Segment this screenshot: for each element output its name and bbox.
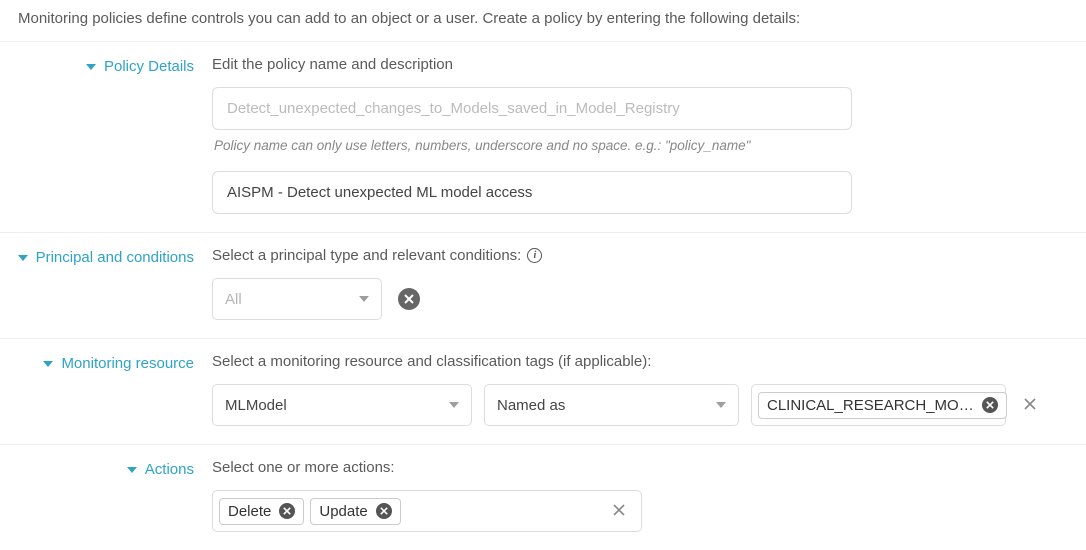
action-chip: Update bbox=[310, 498, 400, 525]
resource-type-select[interactable]: MLModel bbox=[212, 384, 472, 426]
policy-name-input[interactable] bbox=[212, 87, 852, 130]
close-icon bbox=[380, 507, 388, 515]
resource-hint: Select a monitoring resource and classif… bbox=[212, 353, 1066, 370]
section-policy-details: Policy Details Edit the policy name and … bbox=[0, 42, 1086, 233]
section-header-resource[interactable]: Monitoring resource bbox=[0, 353, 212, 372]
close-icon bbox=[283, 507, 291, 515]
resource-tag-label: CLINICAL_RESEARCH_MO… bbox=[767, 397, 974, 414]
intro-text: Monitoring policies define controls you … bbox=[0, 0, 1086, 42]
caret-down-icon bbox=[86, 64, 96, 70]
caret-down-icon bbox=[43, 361, 53, 367]
principal-hint-text: Select a principal type and relevant con… bbox=[212, 247, 521, 264]
caret-down-icon bbox=[127, 467, 137, 473]
section-title: Principal and conditions bbox=[36, 249, 194, 266]
section-principal: Principal and conditions Select a princi… bbox=[0, 233, 1086, 339]
close-icon bbox=[986, 401, 994, 409]
actions-hint: Select one or more actions: bbox=[212, 459, 1066, 476]
info-icon[interactable]: i bbox=[527, 248, 542, 263]
policy-name-help: Policy name can only use letters, number… bbox=[214, 138, 1064, 153]
chevron-down-icon bbox=[359, 296, 369, 302]
resource-type-value: MLModel bbox=[225, 397, 287, 414]
principal-type-select[interactable]: All bbox=[212, 278, 382, 320]
section-title: Actions bbox=[145, 461, 194, 478]
clear-actions-button[interactable] bbox=[607, 503, 631, 519]
resource-name-op-select[interactable]: Named as bbox=[484, 384, 739, 426]
section-header-policy-details[interactable]: Policy Details bbox=[0, 56, 212, 75]
close-icon bbox=[613, 504, 625, 516]
section-header-principal[interactable]: Principal and conditions bbox=[0, 247, 212, 266]
remove-condition-button[interactable] bbox=[398, 288, 420, 310]
close-icon bbox=[404, 294, 414, 304]
section-title: Monitoring resource bbox=[61, 355, 194, 372]
principal-select-value: All bbox=[225, 291, 242, 308]
action-chip-label: Delete bbox=[228, 503, 271, 520]
resource-name-op-value: Named as bbox=[497, 397, 565, 414]
resource-name-value-box[interactable]: CLINICAL_RESEARCH_MO… bbox=[751, 384, 1006, 426]
details-hint: Edit the policy name and description bbox=[212, 56, 1066, 73]
principal-hint: Select a principal type and relevant con… bbox=[212, 247, 1066, 264]
remove-action-button[interactable] bbox=[279, 503, 295, 519]
caret-down-icon bbox=[18, 255, 28, 261]
chevron-down-icon bbox=[449, 402, 459, 408]
section-header-actions[interactable]: Actions bbox=[0, 459, 212, 478]
remove-action-button[interactable] bbox=[376, 503, 392, 519]
clear-resource-button[interactable] bbox=[1018, 397, 1042, 413]
remove-tag-button[interactable] bbox=[982, 397, 998, 413]
section-resource: Monitoring resource Select a monitoring … bbox=[0, 339, 1086, 445]
section-title: Policy Details bbox=[104, 58, 194, 75]
chevron-down-icon bbox=[716, 402, 726, 408]
policy-description-input[interactable] bbox=[212, 171, 852, 214]
resource-tag-chip: CLINICAL_RESEARCH_MO… bbox=[758, 392, 1007, 419]
action-chip-label: Update bbox=[319, 503, 367, 520]
close-icon bbox=[1024, 398, 1036, 410]
action-chip: Delete bbox=[219, 498, 304, 525]
actions-multiselect[interactable]: Delete Update bbox=[212, 490, 642, 532]
section-actions: Actions Select one or more actions: Dele… bbox=[0, 445, 1086, 550]
